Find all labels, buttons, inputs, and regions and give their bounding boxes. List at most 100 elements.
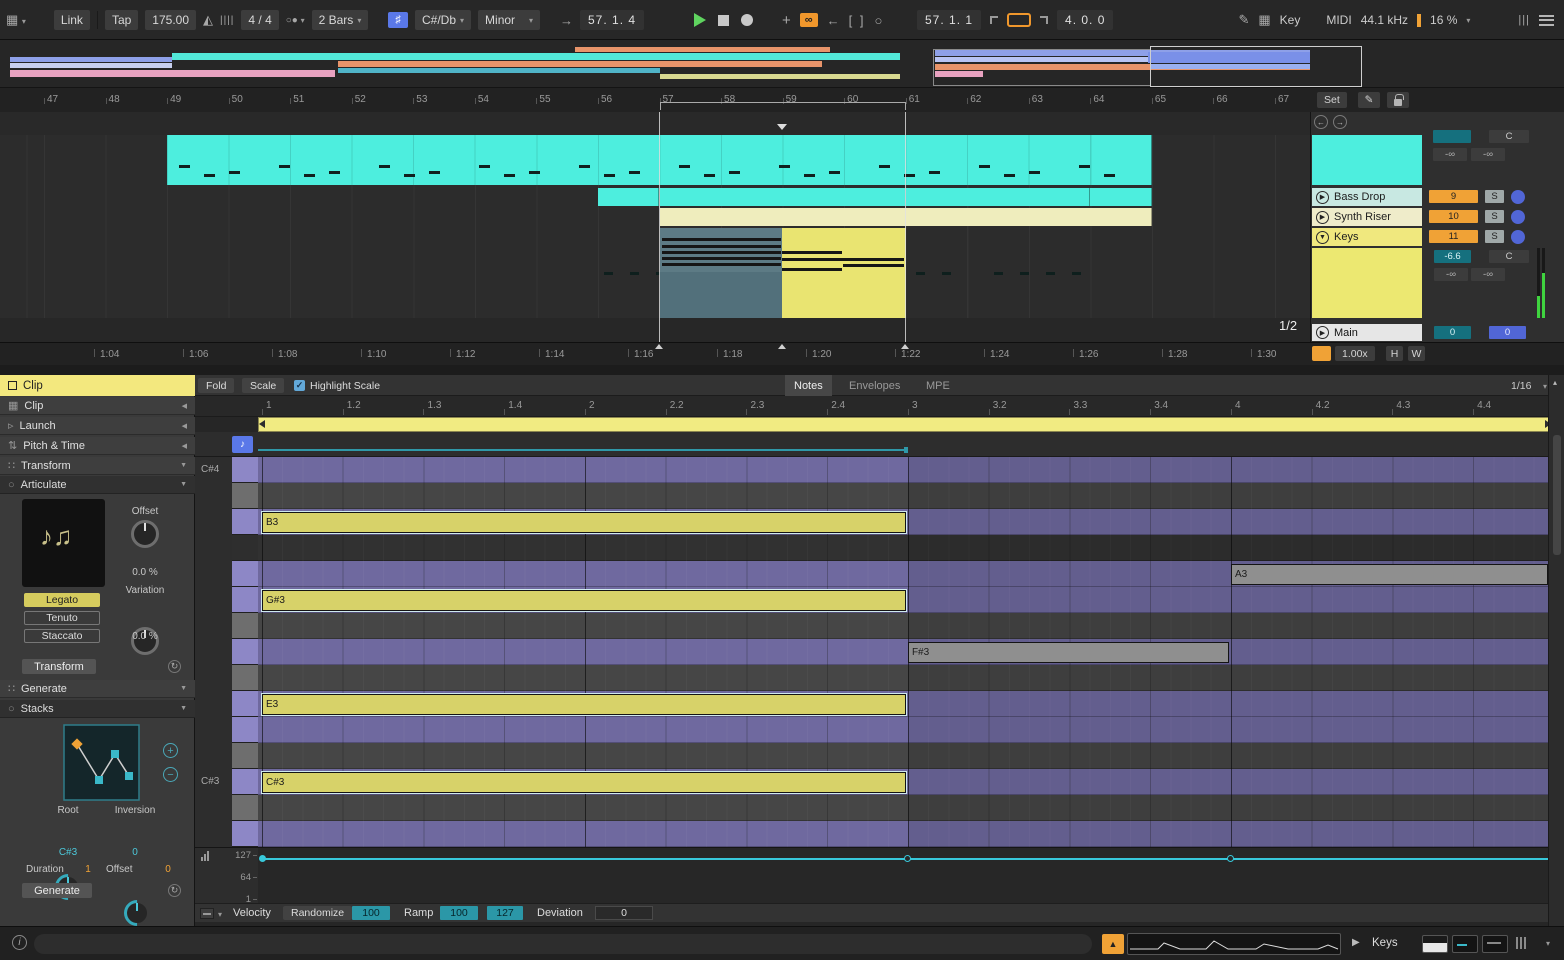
mini-device-display-2[interactable]	[1482, 935, 1508, 953]
track-freeze-icon[interactable]	[1511, 230, 1525, 244]
track-play-icon[interactable]: ▶	[1316, 326, 1329, 339]
track-freeze-icon[interactable]	[1511, 210, 1525, 224]
variation-value[interactable]: 0.0 %	[113, 631, 177, 642]
zoom-height-button[interactable]: H	[1386, 346, 1403, 361]
set-button[interactable]: Set	[1317, 92, 1347, 108]
randomize-button[interactable]: Randomize	[283, 906, 352, 920]
arrangement-overview[interactable]	[0, 40, 1564, 88]
lock-button[interactable]	[1387, 92, 1409, 108]
piano-key[interactable]	[232, 769, 258, 795]
arrangement-clip[interactable]	[660, 188, 906, 206]
track-number-box[interactable]: 9	[1429, 190, 1478, 203]
piano-key[interactable]	[232, 717, 258, 743]
section-transform[interactable]: ∷Transform▼	[0, 457, 195, 475]
play-button[interactable]	[694, 13, 706, 27]
root-value[interactable]: C#3	[44, 847, 92, 858]
arrangement-clip[interactable]	[906, 188, 1090, 206]
collapse-icon[interactable]: ◀	[182, 422, 187, 430]
loop-switch[interactable]	[1007, 13, 1031, 27]
clip-tab[interactable]: Clip	[0, 375, 195, 396]
transform-tool-menu[interactable]: ○Articulate▼	[0, 476, 195, 494]
piano-key[interactable]	[232, 483, 258, 509]
inversion-value[interactable]: 0	[104, 847, 166, 858]
offset-steps-value[interactable]: 0	[160, 864, 176, 875]
staccato-button[interactable]: Staccato	[24, 629, 100, 643]
track-header-synth-riser[interactable]: ▶ Synth Riser	[1312, 208, 1422, 226]
scroll-up-icon[interactable]: ▴	[1553, 378, 1557, 387]
generate-tool-menu[interactable]: ○Stacks▼	[0, 700, 195, 718]
midi-note[interactable]: C#3	[262, 772, 906, 793]
velocity-marker[interactable]	[259, 855, 266, 862]
piano-key[interactable]	[232, 509, 258, 535]
track-header-keys[interactable]: ▼ Keys	[1312, 228, 1422, 246]
piano-key[interactable]	[232, 587, 258, 613]
track-play-icon[interactable]: ▶	[1316, 211, 1329, 224]
track-header-bass-drop[interactable]: ▶ Bass Drop	[1312, 188, 1422, 206]
piano-key[interactable]	[232, 691, 258, 717]
capture-midi-icon[interactable]: [ ]	[849, 13, 866, 28]
track-color-keys[interactable]	[1312, 248, 1422, 318]
draw-mode-icon[interactable]: ✎	[1238, 12, 1249, 28]
quantization-menu[interactable]: 2 Bars▾	[312, 10, 369, 30]
mixer-icon[interactable]	[1516, 937, 1528, 952]
velocity-marker[interactable]	[904, 855, 911, 862]
track-freeze-icon[interactable]	[1511, 190, 1525, 204]
tenuto-button[interactable]: Tenuto	[24, 611, 100, 625]
arrangement-clip[interactable]	[660, 208, 1152, 226]
section-clip[interactable]: ▦Clip◀	[0, 397, 195, 415]
apply-transform-button[interactable]: Transform	[22, 659, 96, 674]
lane-collapse-button[interactable]	[200, 908, 214, 919]
expand-device-button[interactable]: ▲	[1102, 934, 1124, 954]
partial-send-a-box[interactable]: -∞	[1433, 148, 1467, 161]
velocity-lane[interactable]: 127641	[195, 847, 1564, 903]
track-play-icon[interactable]: ▶	[1316, 191, 1329, 204]
hamburger-menu-icon[interactable]	[1539, 15, 1554, 26]
overview-viewport-0[interactable]	[933, 49, 1151, 86]
section-pitch-time[interactable]: ⇅Pitch & Time◀	[0, 437, 195, 455]
partial-send-b-box[interactable]: -∞	[1471, 148, 1505, 161]
legato-button[interactable]: Legato	[24, 593, 100, 607]
piano-roll[interactable]: C#4C#3B3A3G#3F#3E3C#3	[195, 375, 1564, 926]
velocity-lane-label[interactable]: Velocity	[233, 907, 271, 919]
session-record-icon[interactable]: ○	[874, 13, 882, 28]
collapse-icon[interactable]: ◀	[182, 442, 187, 450]
inversion-knob[interactable]	[124, 900, 150, 926]
piano-key[interactable]	[232, 613, 258, 639]
tap-tempo-button[interactable]: Tap	[105, 10, 138, 30]
keys-send-a-box[interactable]: -∞	[1434, 268, 1468, 281]
grid-menu-icon[interactable]: ▦ ▾	[6, 12, 26, 28]
loop-start-display[interactable]: 57. 1. 1	[917, 10, 981, 30]
keys-send-b-box[interactable]: -∞	[1471, 268, 1505, 281]
midi-map-button[interactable]: MIDI	[1326, 13, 1351, 27]
link-button[interactable]: Link	[54, 10, 90, 30]
transform-refresh-icon[interactable]: ↻	[168, 660, 181, 673]
ramp-to-box[interactable]: 127	[487, 906, 523, 920]
piano-key[interactable]	[232, 665, 258, 691]
follow-button[interactable]	[1312, 346, 1331, 361]
main-pan-box[interactable]: 0	[1489, 326, 1526, 339]
track-header-main[interactable]: ▶ Main	[1312, 324, 1422, 341]
loop-start-marker-icon[interactable]	[655, 344, 663, 349]
scroll-left-button[interactable]: ←	[1314, 115, 1328, 129]
insert-marker-bottom-icon[interactable]	[778, 344, 786, 349]
zoom-width-button[interactable]: W	[1408, 346, 1425, 361]
scale-root-menu[interactable]: C#/Db▾	[415, 10, 471, 30]
mixer-bars-icon[interactable]: |||	[1518, 14, 1530, 26]
arrangement-beat-ruler[interactable]: 4748495051525354555657585960616263646566…	[0, 88, 1564, 112]
piano-key[interactable]	[232, 743, 258, 769]
expand-icon[interactable]: ▼	[180, 462, 187, 469]
device-overview-display[interactable]	[1127, 933, 1341, 955]
main-volume-box[interactable]: 0	[1434, 326, 1471, 339]
piano-key[interactable]	[232, 821, 258, 847]
zoom-level-box[interactable]: 1.00x	[1335, 346, 1375, 361]
cpu-dropdown-icon[interactable]: ▾	[1466, 16, 1470, 25]
highlight-grid-icon[interactable]: ▦	[1258, 12, 1270, 28]
groove-icon[interactable]: ○● ▾	[286, 15, 305, 26]
stacks-remove-icon[interactable]: −	[163, 767, 178, 782]
overdub-plus-icon[interactable]: +	[782, 12, 791, 29]
scale-name-menu[interactable]: Minor▾	[478, 10, 540, 30]
arrangement-clip[interactable]	[1090, 188, 1152, 206]
count-in-icon[interactable]: ||||	[220, 15, 234, 26]
section-generate[interactable]: ∷Generate▼	[0, 680, 195, 698]
partial-volume-box[interactable]	[1433, 130, 1471, 143]
